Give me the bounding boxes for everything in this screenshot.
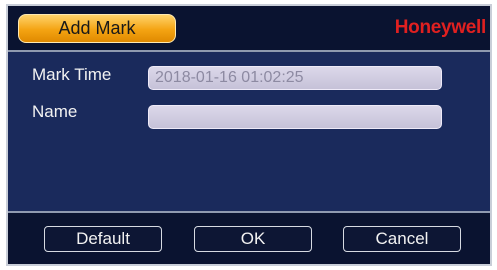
form-panel: Mark Time 2018-01-16 01:02:25 Name: [8, 52, 490, 215]
dialog-title: Add Mark: [58, 18, 136, 38]
dialog-titlebar: Add Mark Honeywell: [8, 6, 490, 52]
mark-time-field: 2018-01-16 01:02:25: [148, 66, 442, 90]
add-mark-dialog: Add Mark Honeywell Mark Time 2018-01-16 …: [6, 4, 492, 266]
cancel-button[interactable]: Cancel: [343, 226, 461, 252]
name-label: Name: [32, 102, 78, 121]
default-button-label: Default: [76, 229, 130, 248]
dialog-title-tab: Add Mark: [18, 14, 176, 43]
default-button[interactable]: Default: [44, 226, 162, 252]
ok-button-label: OK: [240, 229, 266, 248]
name-input[interactable]: [148, 105, 442, 129]
mark-time-label: Mark Time: [32, 65, 112, 84]
cancel-button-label: Cancel: [375, 229, 429, 248]
brand-logo: Honeywell: [394, 17, 487, 38]
dialog-footer: Default OK Cancel: [8, 211, 490, 264]
ok-button[interactable]: OK: [194, 226, 312, 252]
